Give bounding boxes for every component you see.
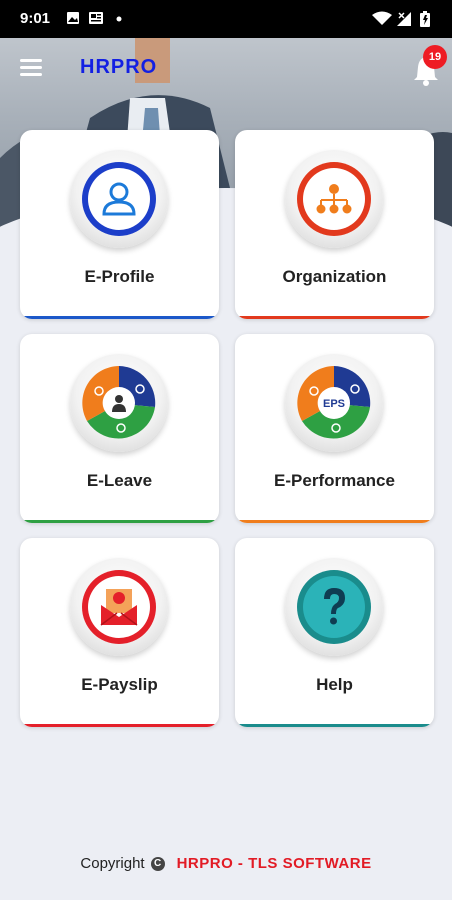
tile-accent-bar [20,316,219,319]
status-time: 9:01 [20,10,51,27]
tile-e-profile[interactable]: E-Profile [20,130,219,319]
menu-icon[interactable] [20,59,42,77]
company-name: HRPRO - TLS SOFTWARE [176,855,372,872]
tile-label: Help [316,675,353,694]
payslip-envelope-icon [70,558,168,656]
footer: Copyright C HRPRO - TLS SOFTWARE [0,855,452,872]
tile-accent-bar [235,316,434,319]
copyright-text: Copyright [80,855,145,872]
battery-icon [420,11,430,27]
gallery-icon [67,12,79,24]
tile-accent-bar [20,520,219,523]
copyright-icon: C [150,857,165,872]
notification-badge[interactable]: 19 [423,45,447,69]
user-icon [70,150,168,248]
tile-label: E-Profile [84,267,155,286]
tile-e-payslip[interactable]: E-Payslip [20,538,219,727]
tile-accent-bar [20,724,219,727]
eps-icon-text: EPS [323,398,345,410]
news-icon [89,12,103,24]
notification-dot-icon [116,16,122,22]
leave-cycle-icon [70,354,168,452]
tile-help[interactable]: Help [235,538,434,727]
tile-accent-bar [235,724,434,727]
tile-label: E-Performance [274,471,395,490]
tile-accent-bar [235,520,434,523]
tile-label: E-Leave [86,471,153,490]
status-bar: 9:01 [0,0,452,38]
question-icon [285,558,383,656]
app-brand: HRPRO [80,56,158,78]
org-chart-icon [285,150,383,248]
tile-e-performance[interactable]: EPS E-Performance [235,334,434,523]
wifi-icon [372,11,392,25]
signal-icon [397,12,411,26]
tile-label: E-Payslip [81,675,158,694]
tile-e-leave[interactable]: E-Leave [20,334,219,523]
tile-label: Organization [282,267,387,286]
eps-cycle-icon: EPS [285,354,383,452]
tile-organization[interactable]: Organization [235,130,434,319]
